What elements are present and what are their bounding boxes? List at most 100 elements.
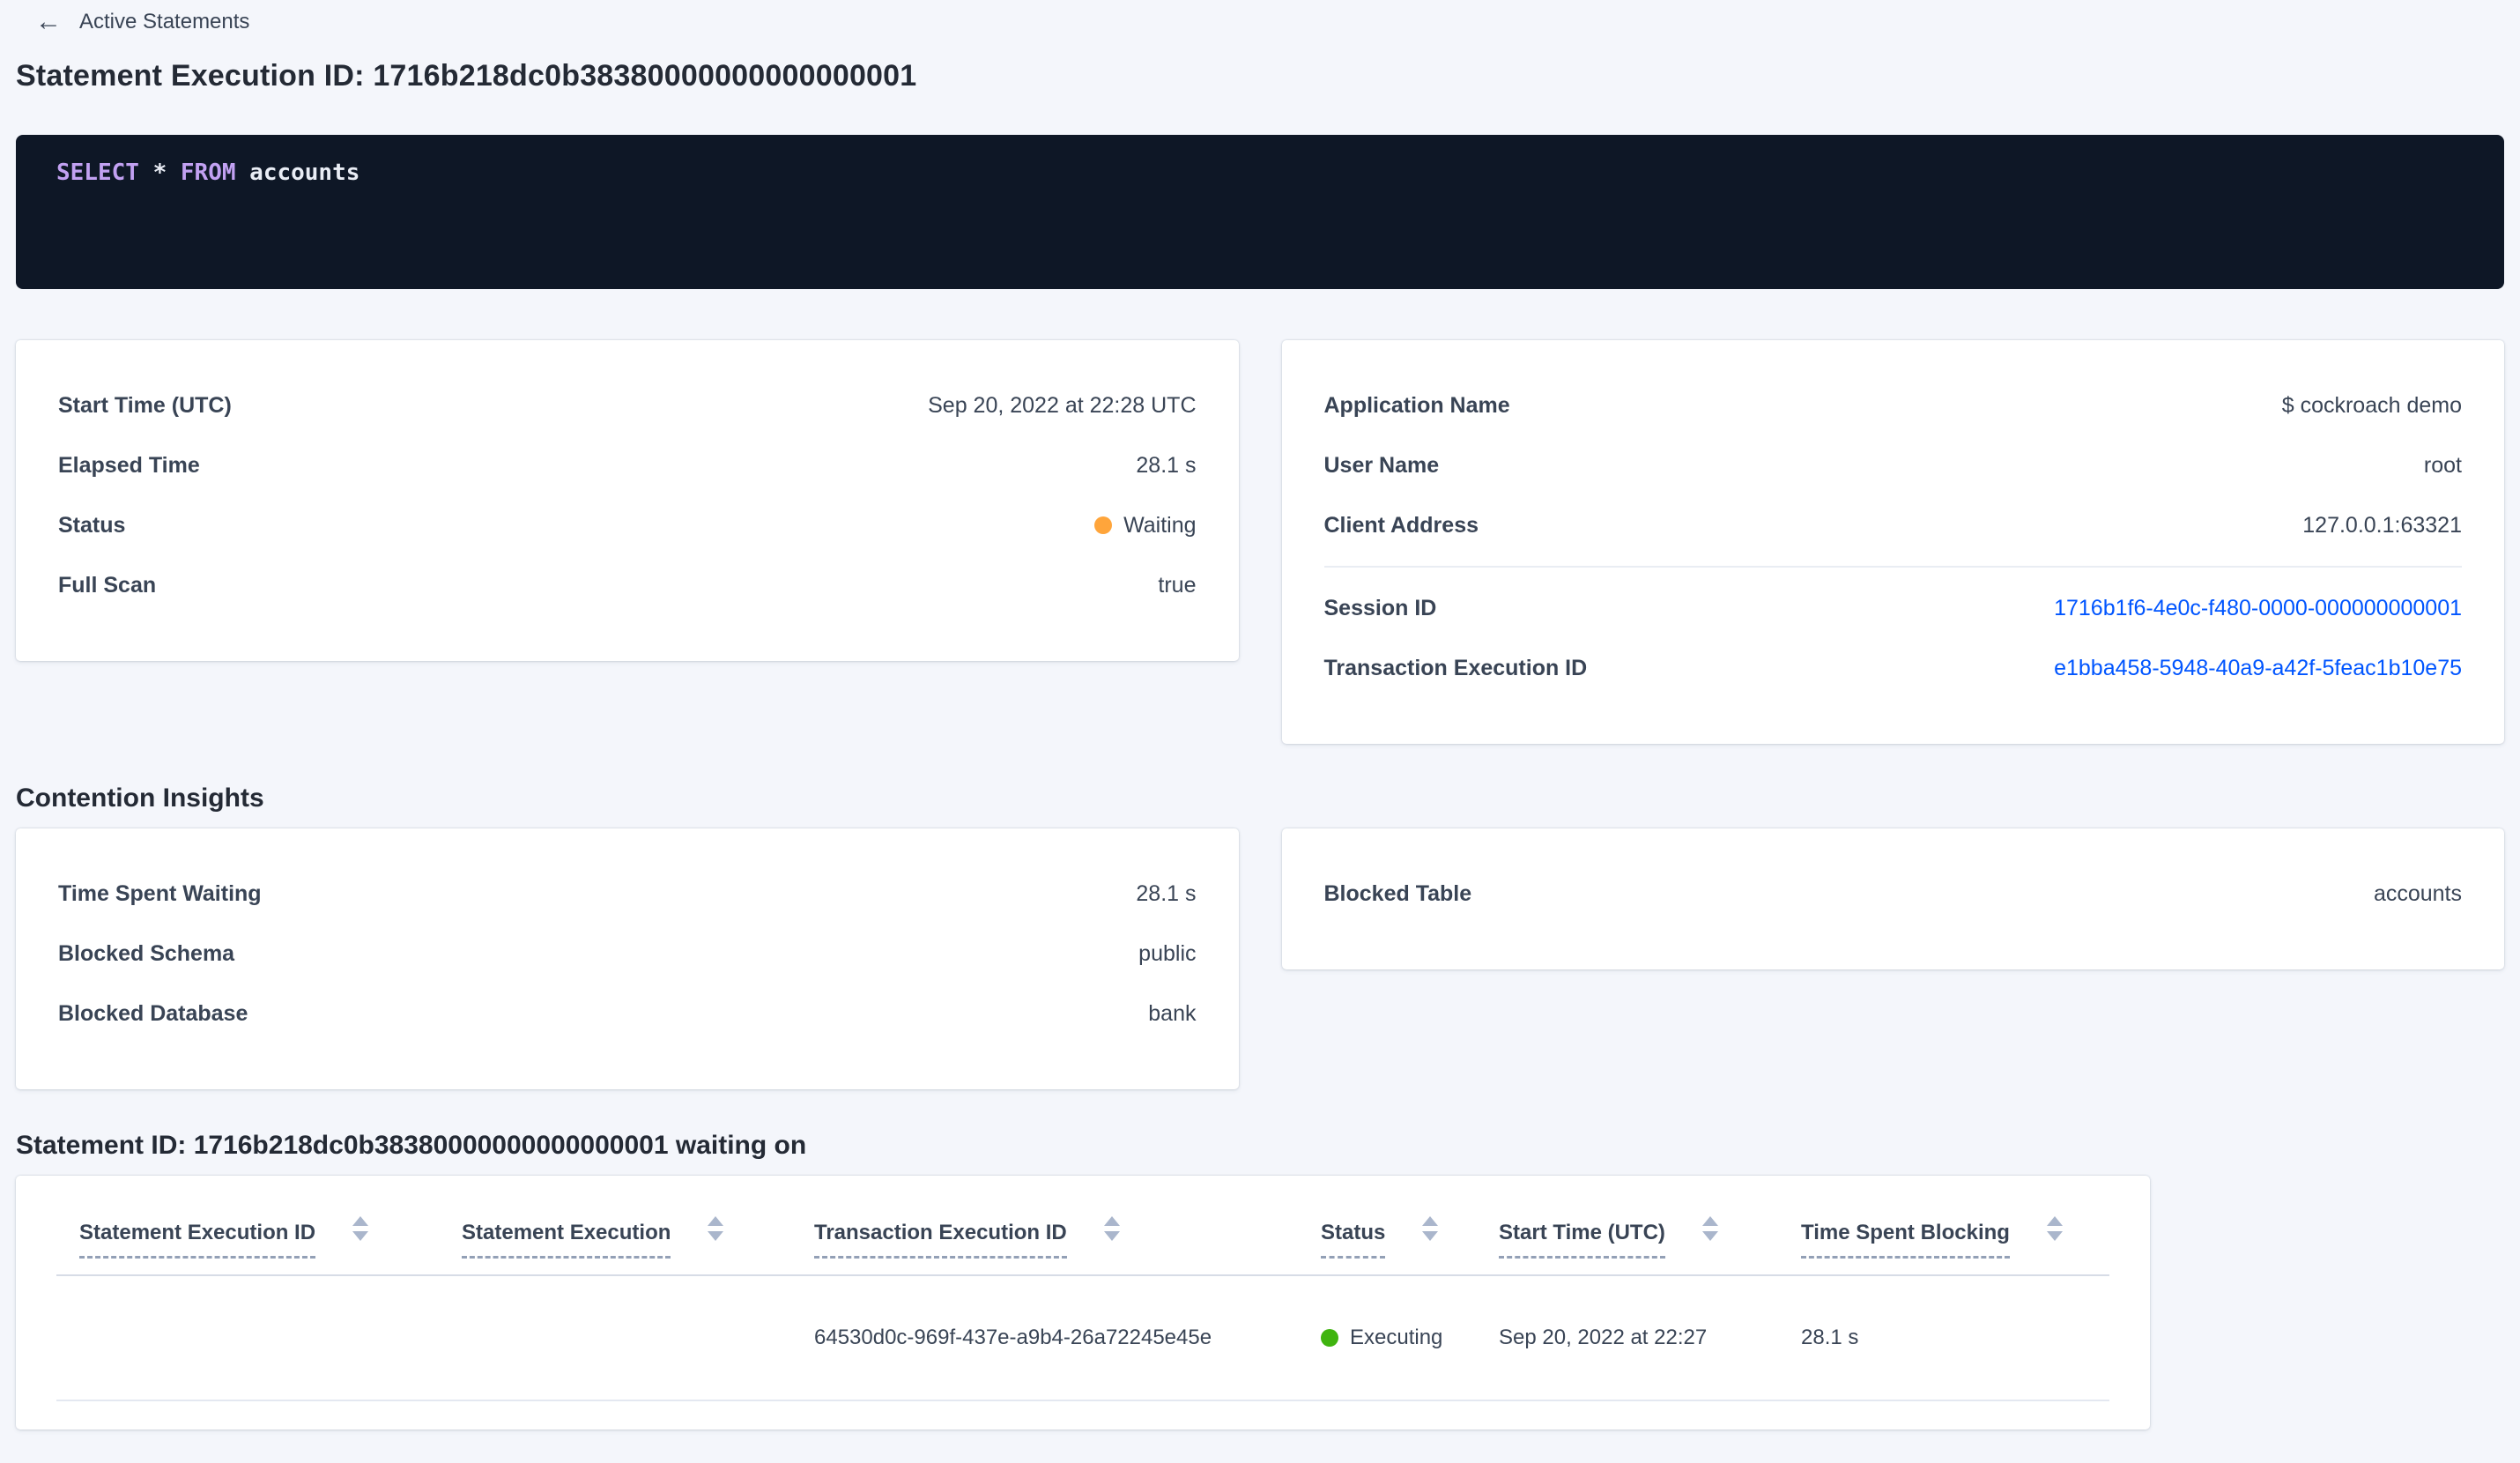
time-spent-waiting-value: 28.1 s — [1136, 880, 1197, 906]
contention-cards-row: Time Spent Waiting 28.1 s Blocked Schema… — [16, 828, 2504, 1089]
blocked-schema-row: Blocked Schema public — [58, 924, 1197, 984]
column-header-label: Time Spent Blocking — [1801, 1221, 2010, 1259]
start-time-value: Sep 20, 2022 at 22:28 UTC — [928, 392, 1197, 418]
waiting-on-heading: Statement ID: 1716b218dc0b38380000000000… — [16, 1131, 807, 1160]
start-time-label: Start Time (UTC) — [58, 392, 232, 418]
sort-desc-arrow — [1103, 1231, 1120, 1241]
user-name-value: root — [2423, 452, 2462, 478]
sql-text: * — [138, 160, 181, 186]
page-title: Statement Execution ID: 1716b218dc0b3838… — [16, 59, 917, 93]
session-id-row: Session ID 1716b1f6-4e0c-f480-0000-00000… — [1324, 578, 2463, 638]
sort-icon — [2046, 1216, 2063, 1241]
sql-keyword: FROM — [180, 160, 236, 186]
execution-details-card: Start Time (UTC) Sep 20, 2022 at 22:28 U… — [16, 340, 1239, 661]
sort-desc-arrow — [708, 1231, 724, 1241]
cell-statement-execution-id — [56, 1276, 439, 1400]
cell-time-spent-blocking: 28.1 s — [1801, 1326, 1859, 1349]
sort-asc-arrow — [352, 1216, 369, 1226]
sort-desc-arrow — [1422, 1231, 1439, 1241]
sort-icon — [1701, 1216, 1718, 1241]
elapsed-time-value: 28.1 s — [1136, 452, 1197, 478]
user-name-label: User Name — [1323, 452, 1440, 478]
blocked-table-row: Blocked Table accounts — [1324, 864, 2463, 924]
sort-desc-arrow — [2046, 1231, 2063, 1241]
full-scan-row: Full Scan true — [58, 555, 1197, 615]
session-id-link[interactable]: 1716b1f6-4e0c-f480-0000-000000000001 — [2054, 596, 2462, 621]
cell-status: Executing — [1298, 1276, 1476, 1400]
sort-icon — [1422, 1216, 1439, 1241]
blocked-schema-label: Blocked Schema — [58, 940, 235, 966]
waiting-status-icon — [1094, 516, 1113, 534]
statement-execution-page: ← Active Statements Statement Execution … — [0, 9, 2520, 1430]
client-address-label: Client Address — [1323, 512, 1479, 538]
contention-insights-heading: Contention Insights — [16, 783, 264, 813]
column-header-transaction-execution-id[interactable]: Transaction Execution ID — [791, 1176, 1298, 1274]
sort-asc-arrow — [708, 1216, 724, 1226]
cell-status-text: Executing — [1350, 1326, 1443, 1349]
client-address-value: 127.0.0.1:63321 — [2302, 512, 2462, 538]
transaction-execution-id-row: Transaction Execution ID e1bba458-5948-4… — [1324, 638, 2463, 698]
column-header-label: Status — [1321, 1221, 1386, 1259]
column-header-label: Statement Execution ID — [79, 1221, 316, 1259]
user-name-row: User Name root — [1324, 435, 2463, 495]
sql-text: accounts — [235, 160, 360, 186]
column-header-time-spent-blocking[interactable]: Time Spent Blocking — [1778, 1176, 2109, 1274]
cell-transaction-execution-id: 64530d0c-969f-437e-a9b4-26a72245e45e — [814, 1326, 1212, 1349]
table-header-row: Statement Execution ID Statement Executi… — [56, 1176, 2109, 1276]
column-header-label: Statement Execution — [462, 1221, 671, 1259]
blocked-database-label: Blocked Database — [58, 1000, 248, 1026]
waiting-on-table: Statement Execution ID Statement Executi… — [16, 1176, 2150, 1430]
contention-waiting-card: Time Spent Waiting 28.1 s Blocked Schema… — [16, 828, 1239, 1089]
application-name-row: Application Name $ cockroach demo — [1324, 375, 2463, 435]
breadcrumb[interactable]: ← Active Statements — [35, 9, 249, 35]
column-header-label: Transaction Execution ID — [814, 1221, 1067, 1259]
cell-start-time: Sep 20, 2022 at 22:27 — [1499, 1326, 1708, 1349]
transaction-execution-id-label: Transaction Execution ID — [1323, 655, 1588, 680]
status-text: Waiting — [1123, 512, 1197, 538]
blocked-database-row: Blocked Database bank — [58, 984, 1197, 1043]
sort-icon — [708, 1216, 724, 1241]
sort-asc-arrow — [1103, 1216, 1120, 1226]
cell-statement-execution — [439, 1276, 791, 1400]
blocked-database-value: bank — [1148, 1000, 1197, 1026]
sort-desc-arrow — [352, 1231, 369, 1241]
sort-asc-arrow — [1701, 1216, 1718, 1226]
status-label: Status — [58, 512, 126, 538]
card-divider — [1323, 566, 2462, 568]
status-value: Waiting — [1094, 512, 1197, 538]
full-scan-label: Full Scan — [58, 572, 157, 598]
sort-icon — [1103, 1216, 1120, 1241]
statement-query-box: SELECT * FROM accounts — [16, 135, 2504, 289]
column-header-label: Start Time (UTC) — [1499, 1221, 1665, 1259]
sql-keyword: SELECT — [56, 160, 139, 186]
executing-status-icon — [1321, 1329, 1338, 1347]
column-header-start-time[interactable]: Start Time (UTC) — [1476, 1176, 1778, 1274]
column-header-statement-execution-id[interactable]: Statement Execution ID — [56, 1176, 439, 1274]
start-time-row: Start Time (UTC) Sep 20, 2022 at 22:28 U… — [58, 375, 1197, 435]
details-cards-row: Start Time (UTC) Sep 20, 2022 at 22:28 U… — [16, 340, 2504, 744]
session-id-label: Session ID — [1323, 595, 1437, 620]
sort-desc-arrow — [1701, 1231, 1718, 1241]
breadcrumb-label: Active Statements — [79, 10, 250, 33]
column-header-statement-execution[interactable]: Statement Execution — [439, 1176, 791, 1274]
application-name-value: $ cockroach demo — [2281, 392, 2462, 418]
session-details-card: Application Name $ cockroach demo User N… — [1281, 340, 2504, 744]
elapsed-time-row: Elapsed Time 28.1 s — [58, 435, 1197, 495]
elapsed-time-label: Elapsed Time — [58, 452, 200, 478]
blocked-table-label: Blocked Table — [1323, 880, 1472, 906]
back-arrow-icon: ← — [35, 7, 62, 36]
application-name-label: Application Name — [1323, 392, 1510, 418]
blocked-table-value: accounts — [2373, 880, 2462, 906]
status-row: Status Waiting — [58, 495, 1197, 555]
client-address-row: Client Address 127.0.0.1:63321 — [1324, 495, 2463, 555]
sort-asc-arrow — [2046, 1216, 2063, 1226]
blocked-schema-value: public — [1138, 940, 1197, 966]
full-scan-value: true — [1158, 572, 1197, 598]
table-row: 64530d0c-969f-437e-a9b4-26a72245e45e Exe… — [56, 1276, 2109, 1401]
blocked-table-card: Blocked Table accounts — [1281, 828, 2504, 969]
sort-asc-arrow — [1422, 1216, 1439, 1226]
time-spent-waiting-label: Time Spent Waiting — [58, 880, 262, 906]
column-header-status[interactable]: Status — [1298, 1176, 1476, 1274]
time-spent-waiting-row: Time Spent Waiting 28.1 s — [58, 864, 1197, 924]
transaction-execution-id-link[interactable]: e1bba458-5948-40a9-a42f-5feac1b10e75 — [2054, 656, 2462, 681]
